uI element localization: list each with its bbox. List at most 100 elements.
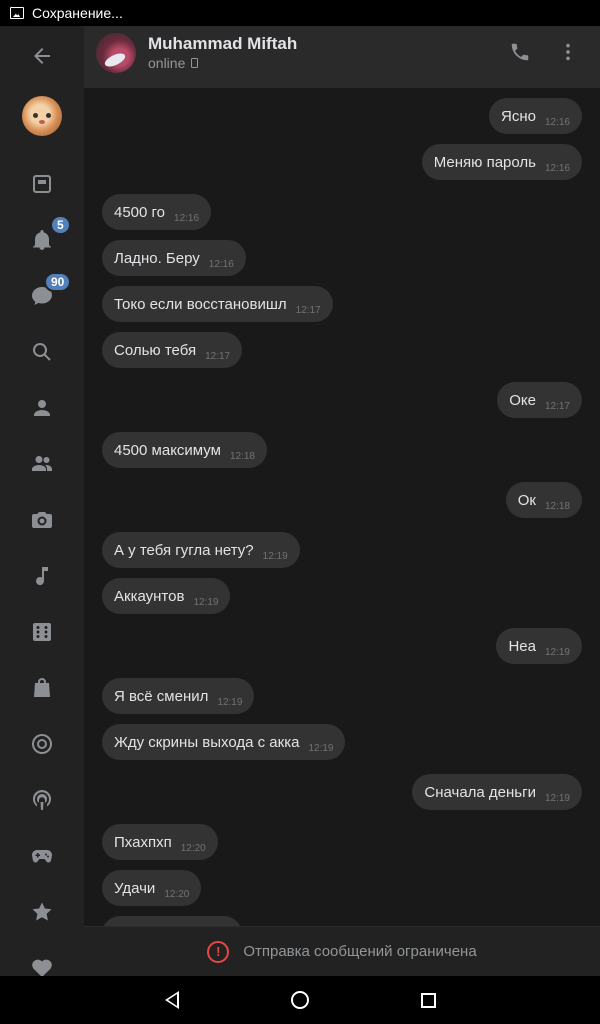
message-incoming[interactable]: 4500 го 12:16 <box>102 194 212 230</box>
sidebar-item-music[interactable] <box>0 556 84 596</box>
message-time: 12:18 <box>229 450 255 462</box>
message-time: 12:20 <box>180 842 206 854</box>
sidebar-item-news[interactable] <box>0 164 84 204</box>
message-incoming[interactable]: 4500 максимум 12:18 <box>102 432 267 468</box>
phone-icon <box>511 43 529 61</box>
message-text: Аккаунтов <box>114 587 185 605</box>
target-icon <box>32 734 52 754</box>
sidebar-item-likes[interactable] <box>0 948 84 976</box>
message-incoming[interactable]: Жду скрины выхода с акка 12:19 <box>102 724 346 760</box>
sidebar-item-notifications[interactable] <box>0 220 84 260</box>
warning-icon: ! <box>207 940 230 963</box>
more-options-button[interactable] <box>554 38 582 66</box>
message-time: 12:19 <box>544 646 570 658</box>
message-incoming[interactable]: Я всё сменил 12:19 <box>102 678 255 714</box>
message-time: 12:16 <box>208 258 234 270</box>
contact-avatar[interactable] <box>96 33 136 73</box>
message-time: 12:19 <box>544 792 570 804</box>
sidebar-item-messages[interactable] <box>0 276 84 316</box>
chat-header: Muhammad Miftah online <box>84 26 600 88</box>
message-incoming[interactable]: Аккаунтов 12:19 <box>102 578 231 614</box>
sidebar-item-games-apps[interactable] <box>0 612 84 652</box>
message-text: Пхахпхп <box>114 833 172 851</box>
message-outgoing[interactable]: Оке 12:17 <box>497 382 582 418</box>
podcast-icon <box>32 789 52 810</box>
call-button[interactable] <box>506 38 534 66</box>
shop-icon <box>34 678 50 697</box>
back-button[interactable] <box>0 36 84 76</box>
system-nav-bar <box>0 976 600 1024</box>
message-outgoing[interactable]: Неа 12:19 <box>496 628 582 664</box>
message-incoming[interactable]: Удачи 12:20 <box>102 870 202 906</box>
message-text: 4500 максимум <box>114 441 221 459</box>
bell-icon <box>33 230 51 250</box>
message-text: Оке <box>509 391 536 409</box>
heart-icon <box>32 959 52 976</box>
message-text: 4500 го <box>114 203 166 221</box>
messages-badge: 90 <box>44 272 72 292</box>
mobile-icon <box>191 58 199 68</box>
message-outgoing[interactable]: Сначала деньги 12:19 <box>412 774 582 810</box>
message-outgoing[interactable]: Ясно 12:16 <box>489 98 582 134</box>
message-text: А у тебя гугла нету? <box>114 541 254 559</box>
triangle-back-icon <box>165 991 179 1009</box>
camera-icon <box>32 512 52 528</box>
message-text: Я всё сменил <box>114 687 209 705</box>
news-icon <box>33 175 51 193</box>
message-incoming[interactable]: А у тебя гугла нету? 12:19 <box>102 532 300 568</box>
sidebar-item-photos[interactable] <box>0 500 84 540</box>
message-time: 12:19 <box>193 596 219 608</box>
nav-back-button[interactable] <box>158 986 186 1014</box>
message-text: Токо если восстановишл <box>114 295 287 313</box>
back-arrow-icon <box>34 48 50 64</box>
message-text: Неа <box>508 637 536 655</box>
people-icon <box>32 456 52 471</box>
circle-home-icon <box>291 991 309 1009</box>
sidebar-item-search[interactable] <box>0 332 84 372</box>
message-outgoing[interactable]: Ок 12:18 <box>505 482 582 518</box>
search-icon <box>33 343 51 361</box>
message-text: Ладно. Беру <box>114 249 200 267</box>
message-list[interactable]: Ясно 12:16 Меняю пароль 12:16 4500 го 12:16… <box>84 88 600 926</box>
message-outgoing[interactable]: Меняю пароль 12:16 <box>421 144 582 180</box>
message-incoming[interactable]: Ладно. Беру 12:16 <box>102 240 246 276</box>
message-text: Меняю пароль <box>433 153 536 171</box>
sidebar-item-stories[interactable] <box>0 724 84 764</box>
messaging-restricted-bar: ! Отправка сообщений ограничена <box>84 926 600 976</box>
contact-name[interactable]: Muhammad Miftah <box>148 34 297 54</box>
message-time: 12:17 <box>205 350 231 362</box>
sidebar-item-games[interactable] <box>0 836 84 876</box>
more-vertical-icon <box>566 43 570 61</box>
sidebar-item-bookmarks[interactable] <box>0 892 84 932</box>
image-icon <box>10 7 24 19</box>
message-incoming[interactable]: Токо если восстановишл 12:17 <box>102 286 333 322</box>
status-bar: Сохранение... <box>0 0 600 26</box>
contact-status: online <box>148 55 199 71</box>
gamepad-icon <box>31 850 53 863</box>
square-recents-icon <box>420 992 436 1008</box>
sidebar-item-friends[interactable] <box>0 388 84 428</box>
message-incoming-partial[interactable] <box>102 916 242 926</box>
sidebar-item-market[interactable] <box>0 668 84 708</box>
message-text: Ясно <box>501 107 536 125</box>
music-icon <box>36 567 48 586</box>
restriction-text: Отправка сообщений ограничена <box>243 943 477 960</box>
message-time: 12:19 <box>262 550 288 562</box>
contact-status-text: online <box>148 55 186 71</box>
message-incoming[interactable]: Солью тебя 12:17 <box>102 332 243 368</box>
message-text: Удачи <box>114 879 156 897</box>
message-text: Солью тебя <box>114 341 197 359</box>
sidebar-item-communities[interactable] <box>0 444 84 484</box>
message-time: 12:20 <box>164 888 190 900</box>
message-time: 12:17 <box>544 400 570 412</box>
message-time: 12:16 <box>544 116 570 128</box>
message-time: 12:18 <box>544 500 570 512</box>
message-incoming[interactable]: Пхахпхп 12:20 <box>102 824 218 860</box>
message-time: 12:16 <box>544 162 570 174</box>
my-avatar[interactable] <box>22 96 62 136</box>
sidebar-item-podcasts[interactable] <box>0 780 84 820</box>
notifications-badge: 5 <box>50 215 71 235</box>
nav-home-button[interactable] <box>286 986 314 1014</box>
status-bar-text: Сохранение... <box>32 5 123 21</box>
nav-recents-button[interactable] <box>414 986 442 1014</box>
